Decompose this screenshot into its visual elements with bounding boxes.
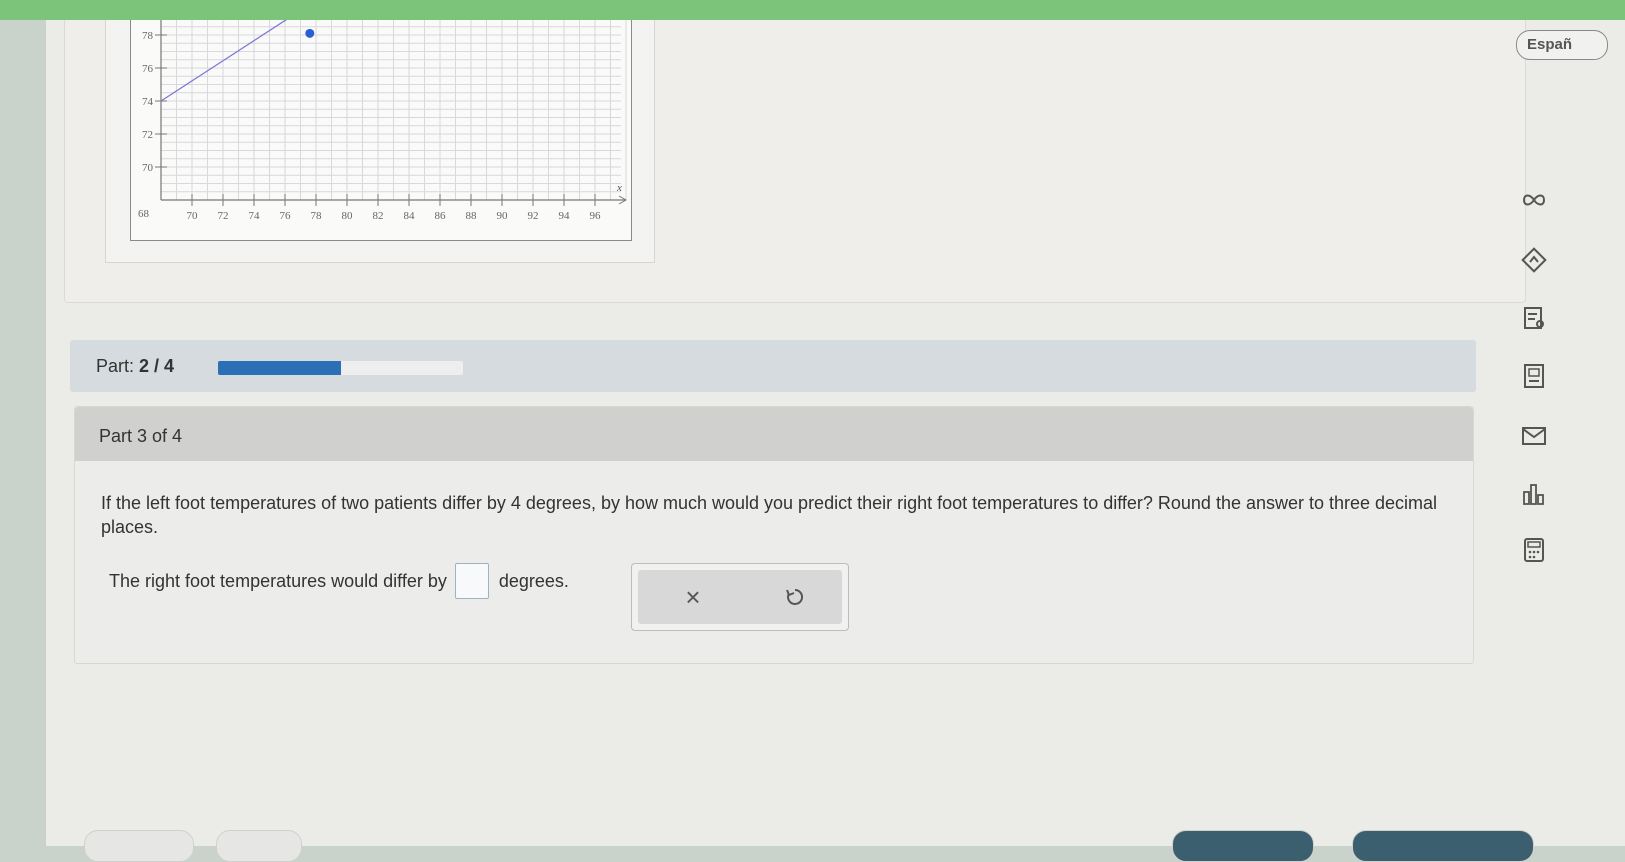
question-text: If the left foot temperatures of two pat…: [101, 493, 1438, 537]
x-axis-label: x: [616, 182, 622, 194]
bottom-button-primary[interactable]: [1172, 830, 1314, 862]
calculator-icon[interactable]: [1514, 530, 1554, 570]
x-tick-label: 96: [590, 210, 602, 222]
undo-button[interactable]: [780, 582, 810, 612]
main-page: x 78 76 74 72 70 70 72 74 76 78 80 82 84 86 88 90 92 94 96 6…: [46, 20, 1625, 862]
diamond-arrow-icon[interactable]: [1514, 240, 1554, 280]
part-title: Part 3 of 4: [99, 426, 183, 446]
infinity-icon[interactable]: [1514, 180, 1554, 220]
answer-actions-inner: ×: [638, 570, 842, 624]
right-tool-rail: Españ: [1488, 20, 1625, 846]
notes-icon[interactable]: [1514, 298, 1554, 338]
x-tick-label: 70: [187, 210, 199, 222]
undo-icon: [786, 588, 804, 605]
x-tick-label: 92: [528, 210, 539, 222]
question-header: Part 3 of 4: [75, 407, 1473, 461]
language-button[interactable]: Españ: [1516, 30, 1608, 60]
progress-track: [218, 361, 463, 375]
x-tick-label: 94: [559, 210, 571, 222]
graph-svg: x 78 76 74 72 70 70 72 74 76 78 80 82 84 86 88 90 92 94 96 6…: [138, 20, 628, 222]
answer-actions: ×: [631, 563, 849, 631]
mail-icon[interactable]: [1514, 416, 1554, 456]
x-tick-label: 90: [497, 210, 509, 222]
graph-frame: x 78 76 74 72 70 70 72 74 76 78 80 82 84 86 88 90 92 94 96 6…: [105, 20, 655, 263]
book-icon[interactable]: [1514, 356, 1554, 396]
y-tick-label: 70: [142, 162, 154, 174]
answer-input[interactable]: [454, 563, 489, 599]
x-tick-label: 86: [435, 210, 447, 222]
part-label-text: Part:: [96, 356, 135, 376]
bar-chart-icon[interactable]: [1514, 474, 1554, 514]
progress-fill: [218, 361, 341, 375]
y-tick-label: 78: [142, 30, 154, 42]
question-card: Part 3 of 4 If the left foot temperature…: [74, 406, 1474, 664]
top-banner: [0, 0, 1625, 20]
bottom-tab-second[interactable]: [216, 830, 302, 862]
y-tick-label: 74: [142, 96, 154, 108]
answer-prefix: The right foot temperatures would differ…: [109, 570, 447, 591]
answer-suffix: degrees.: [498, 570, 569, 591]
origin-label: 68: [138, 208, 150, 220]
part-count: 2 / 4: [139, 356, 175, 376]
answer-line: The right foot temperatures would differ…: [109, 561, 569, 601]
clear-button[interactable]: ×: [678, 582, 708, 612]
x-tick-label: 78: [311, 210, 323, 222]
graph-card: x 78 76 74 72 70 70 72 74 76 78 80 82 84 86 88 90 92 94 96 6…: [64, 20, 1526, 303]
x-tick-label: 82: [373, 210, 384, 222]
bottom-tab-left[interactable]: [84, 830, 194, 862]
x-tick-label: 84: [404, 210, 416, 222]
data-point: [305, 28, 315, 38]
part-progress-bar: Part: 2 / 4: [70, 340, 1476, 392]
x-tick-label: 88: [466, 210, 478, 222]
graph-plot: x 78 76 74 72 70 70 72 74 76 78 80 82 84 86 88 90 92 94 96 6…: [130, 20, 632, 241]
x-tick-label: 72: [218, 210, 229, 222]
x-tick-label: 80: [342, 210, 354, 222]
part-progress-label: Part: 2 / 4: [96, 356, 174, 377]
x-tick-label: 76: [280, 210, 292, 222]
x-tick-label: 74: [249, 210, 261, 222]
y-tick-label: 76: [142, 63, 154, 75]
y-tick-label: 72: [142, 129, 153, 141]
